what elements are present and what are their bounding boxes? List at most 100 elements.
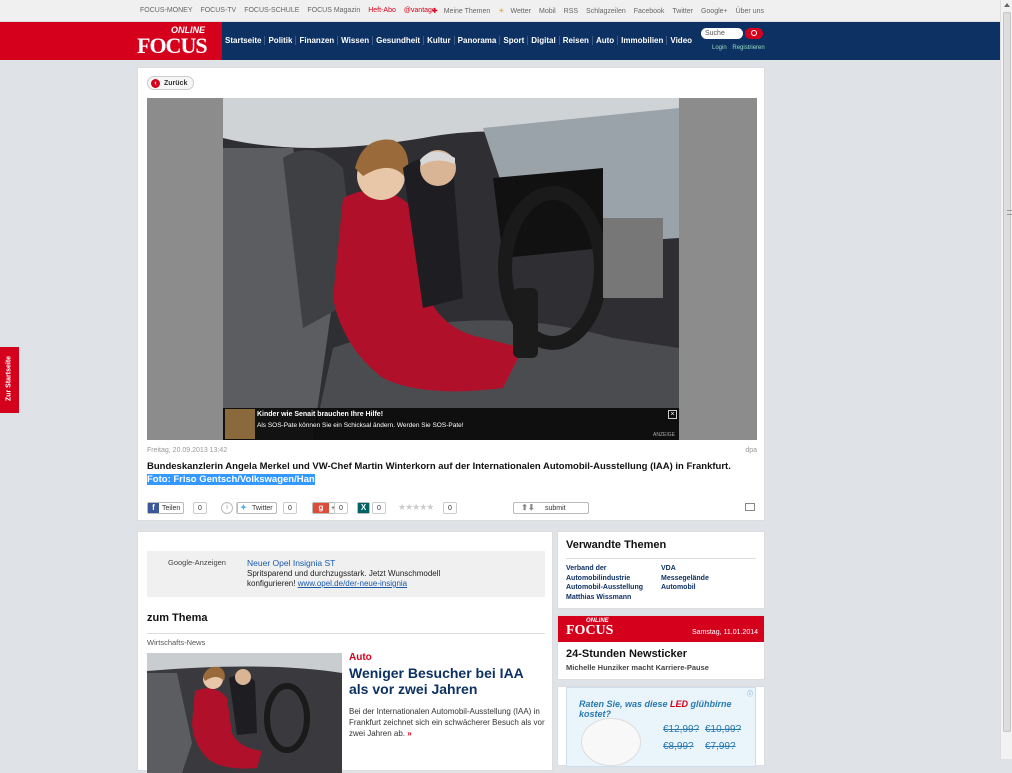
link-focus-money[interactable]: FOCUS-MONEY (140, 7, 193, 14)
twitter-button[interactable]: ✦ Twitter (237, 502, 277, 514)
caption-text: Bundeskanzlerin Angela Merkel und VW-Che… (147, 461, 731, 472)
zum-thema-heading: zum Thema (147, 612, 208, 624)
verwandte-themen: Verwandte Themen Verband der Automobilin… (557, 531, 765, 609)
newsticker-logo-focus: FOCUS (566, 623, 614, 638)
link-mobil[interactable]: Mobil (539, 8, 556, 15)
link-focus-schule[interactable]: FOCUS-SCHULE (244, 7, 299, 14)
led-headline-b: LED (670, 699, 689, 709)
overlay-ad[interactable]: Kinder wie Senait brauchen Ihre Hilfe! A… (223, 408, 679, 440)
xing-button[interactable]: X (357, 502, 370, 514)
adchoices-icon[interactable]: ⓘ (747, 689, 753, 698)
xing-count: 0 (372, 502, 386, 514)
link-facebook[interactable]: Facebook (634, 8, 665, 15)
article-teaser: Bei der Internationalen Automobil-Ausste… (349, 706, 549, 739)
tag-wissmann[interactable]: Matthias Wissmann (566, 593, 631, 603)
price-option[interactable]: €8,99? (663, 741, 694, 752)
led-ad[interactable]: ⓘ Raten Sie, was diese LED glühbirne kos… (557, 686, 765, 767)
link-wetter[interactable]: Wetter (511, 8, 532, 15)
scrollbar-thumb[interactable] (1003, 12, 1012, 732)
facebook-share-button[interactable]: f Teilen (147, 502, 185, 514)
link-heft-abo[interactable]: Heft-Abo (368, 7, 396, 14)
category-label[interactable]: Wirtschafts-News (147, 638, 205, 647)
price-option[interactable]: €10,99? (705, 724, 741, 735)
tag-verband[interactable]: Verband der Automobilindustrie (566, 564, 656, 583)
scroll-up-icon[interactable] (1004, 3, 1010, 7)
led-ad-headline: Raten Sie, was diese LED glühbirne koste… (579, 699, 755, 719)
google-ads: Google-Anzeigen Neuer Opel Insignia ST S… (147, 551, 545, 597)
link-ueber-uns[interactable]: Über uns (736, 8, 764, 15)
read-more-icon[interactable]: » (407, 729, 411, 738)
mail-icon[interactable] (745, 503, 755, 511)
vote-arrows-icon: ⬆⬇ (521, 503, 535, 512)
link-meine-themen[interactable]: Meine Themen (444, 8, 491, 15)
related-content: Google-Anzeigen Neuer Opel Insignia ST S… (137, 531, 553, 773)
search-input[interactable]: Suche (701, 28, 743, 39)
rating-count: 0 (443, 502, 457, 514)
price-option[interactable]: €7,99? (705, 741, 736, 752)
nav-item-reisen[interactable]: Reisen (560, 36, 593, 45)
nav-item-wissen[interactable]: Wissen (338, 36, 374, 45)
article-title[interactable]: Weniger Besucher bei IAA als vor zwei Ja… (349, 665, 539, 697)
price-option[interactable]: €12,99? (663, 724, 699, 735)
ad-child-image (225, 409, 255, 439)
xing-icon: X (358, 503, 369, 513)
ad-description: Spritsparend und durchzugsstark. Jetzt W… (247, 569, 477, 589)
nav-item-immobilien[interactable]: Immobilien (618, 36, 668, 45)
link-focus-magazin[interactable]: FOCUS Magazin (307, 7, 360, 14)
ad-title: Kinder wie Senait brauchen Ihre Hilfe! (257, 411, 384, 418)
nav-item-kultur[interactable]: Kultur (424, 36, 455, 45)
ad-title-link[interactable]: Neuer Opel Insignia ST (247, 558, 335, 568)
gallery-photo[interactable]: Kinder wie Senait brauchen Ihre Hilfe! A… (223, 98, 679, 440)
tag-automobil-ausstellung[interactable]: Automobil-Ausstellung (566, 583, 643, 593)
twitter-label: Twitter (252, 504, 273, 512)
close-icon[interactable]: × (668, 410, 677, 419)
nav-item-digital[interactable]: Digital (528, 36, 560, 45)
tag-automobil[interactable]: Automobil (661, 583, 696, 593)
focus-logo[interactable]: ONLINE FOCUS (137, 24, 217, 58)
nav-item-auto[interactable]: Auto (593, 36, 619, 45)
ad-url-link[interactable]: www.opel.de/der-neue-insignia (298, 579, 407, 588)
back-label: Zurück (164, 79, 188, 87)
verwandte-heading: Verwandte Themen (566, 539, 667, 551)
link-focus-tv[interactable]: FOCUS-TV (200, 7, 236, 14)
back-button[interactable]: ‹ Zurück (147, 76, 195, 90)
nav-item-panorama[interactable]: Panorama (455, 36, 501, 45)
submit-label: submit (545, 504, 566, 512)
nav-item-sport[interactable]: Sport (500, 36, 529, 45)
star-icon: ✚ (431, 8, 438, 15)
nav-item-gesundheit[interactable]: Gesundheit (373, 36, 425, 45)
divider (147, 633, 545, 634)
facebook-icon: f (148, 503, 159, 513)
tag-vda[interactable]: VDA (661, 564, 676, 574)
zur-startseite-tab[interactable]: Zur Startseite (0, 347, 19, 413)
newsticker-headline[interactable]: Michelle Hunziker macht Karriere-Pause (566, 663, 709, 672)
nav-item-video[interactable]: Video (667, 36, 695, 45)
nav-item-startseite[interactable]: Startseite (222, 36, 266, 45)
grip-icon (1007, 210, 1012, 215)
nav-item-politik[interactable]: Politik (265, 36, 297, 45)
register-link[interactable]: Registrieren (732, 45, 764, 51)
link-twitter[interactable]: Twitter (672, 8, 693, 15)
photo-date: Freitag, 20.09.2013 13:42 (147, 447, 228, 454)
link-googleplus[interactable]: Google+ (701, 8, 728, 15)
newsticker-box[interactable]: ONLINE FOCUS Samstag, 11.01.2014 24-Stun… (557, 615, 765, 680)
info-icon[interactable]: i (221, 502, 233, 514)
link-rss[interactable]: RSS (564, 8, 578, 15)
twitter-icon: ✦ (238, 503, 249, 513)
photo-gallery: ‹ Zurück Kinder wie Senait brauchen Ihre… (137, 67, 765, 521)
sun-icon: ☀ (498, 8, 505, 15)
facebook-count: 0 (193, 502, 207, 514)
link-schlagzeilen[interactable]: Schlagzeilen (586, 8, 626, 15)
search-button[interactable] (745, 28, 763, 39)
scrollbar[interactable] (1000, 0, 1012, 759)
logo-focus: FOCUS (137, 33, 208, 58)
ad-label: ANZEIGE (653, 432, 675, 438)
newsticker-title[interactable]: 24-Stunden Newsticker (566, 648, 687, 660)
divider (566, 558, 756, 559)
submit-button[interactable]: ⬆⬇ submit (513, 502, 589, 514)
nav-item-finanzen[interactable]: Finanzen (296, 36, 339, 45)
login-link[interactable]: Login (712, 45, 727, 51)
article-thumbnail[interactable] (147, 653, 342, 773)
rating-stars[interactable]: ★★★★★ (398, 502, 434, 513)
article-kicker: Auto (349, 652, 372, 663)
